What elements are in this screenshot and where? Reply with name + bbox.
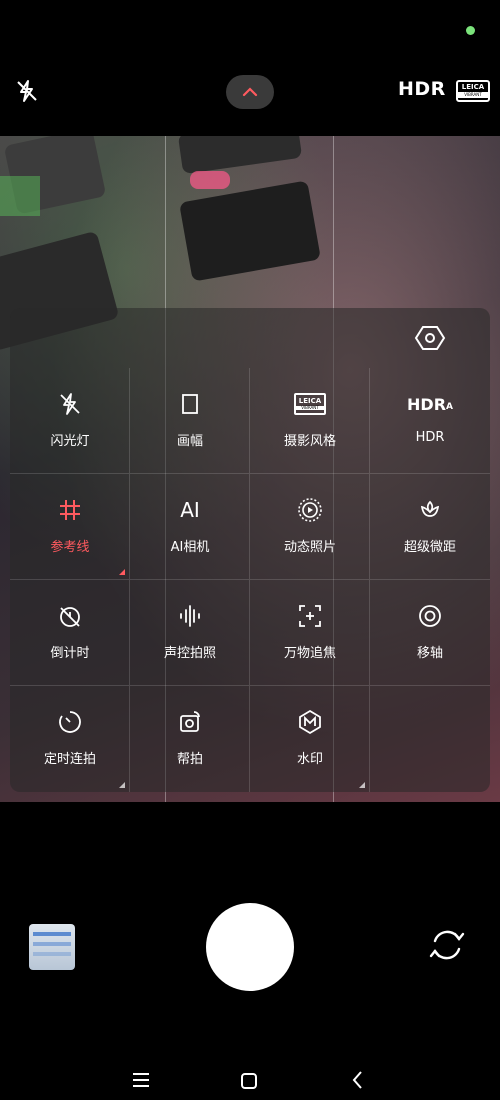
setting-label: 定时连拍: [43, 752, 96, 767]
flash-off-icon: [54, 388, 86, 420]
setting-photo-style[interactable]: LEICA VIBRANT 摄影风格: [250, 368, 370, 474]
watermark-icon: [294, 706, 326, 738]
shutter-button[interactable]: [206, 903, 294, 991]
timer-off-icon: [54, 600, 86, 632]
setting-watermark[interactable]: 水印: [250, 686, 370, 792]
setting-aspect-ratio[interactable]: 画幅: [130, 368, 250, 474]
setting-focus-tracking[interactable]: 万物追焦: [250, 580, 370, 686]
live-photo-icon: [294, 494, 326, 526]
setting-label: 闪光灯: [50, 434, 90, 449]
setting-super-macro[interactable]: 超级微距: [370, 474, 490, 580]
aspect-ratio-icon: [174, 388, 206, 420]
viewfinder-scene-key: [179, 180, 321, 282]
setting-hdr[interactable]: HDR A HDR: [370, 368, 490, 474]
flash-off-icon[interactable]: [14, 78, 40, 104]
home-icon[interactable]: [240, 1072, 258, 1090]
leica-brand-text: LEICA: [298, 397, 322, 405]
setting-label: 倒计时: [50, 646, 90, 661]
ai-icon: AI: [174, 494, 206, 526]
voice-wave-icon: [174, 600, 206, 632]
settings-hexagon-icon[interactable]: [414, 322, 446, 354]
setting-label: 水印: [296, 752, 323, 767]
setting-label: HDR: [415, 430, 445, 445]
hdr-toggle-button[interactable]: HDR: [398, 78, 446, 100]
setting-ai-camera[interactable]: AI AI相机: [130, 474, 250, 580]
setting-countdown[interactable]: 倒计时: [10, 580, 130, 686]
leica-sub-text: VIBRANT: [458, 92, 488, 98]
setting-label: 摄影风格: [283, 434, 336, 449]
thumbnail-content: [33, 942, 71, 946]
setting-label: 超级微距: [403, 540, 456, 555]
setting-label: 声控拍照: [163, 646, 216, 661]
menu-icon[interactable]: [131, 1070, 151, 1090]
expand-settings-button[interactable]: [226, 75, 274, 109]
setting-label: 帮拍: [176, 752, 203, 767]
setting-voice-shot[interactable]: 声控拍照: [130, 580, 250, 686]
camera-settings-panel: 闪光灯 画幅 LEICA VIBRANT 摄影风格 HDRA HDR 参考线: [10, 308, 490, 792]
setting-flash[interactable]: 闪光灯: [10, 368, 130, 474]
switch-camera-icon[interactable]: [426, 924, 468, 966]
setting-interval-burst[interactable]: 定时连拍: [10, 686, 130, 792]
setting-label: 万物追焦: [283, 646, 336, 661]
focus-track-icon: [294, 600, 326, 632]
viewfinder-scene-key: [177, 136, 303, 175]
grid-icon: [54, 494, 86, 526]
setting-remote-shoot[interactable]: 帮拍: [130, 686, 250, 792]
leica-style-icon: LEICA VIBRANT: [294, 388, 326, 420]
more-options-corner: [119, 569, 125, 575]
leica-brand-text: LEICA: [461, 83, 485, 91]
remote-shoot-icon: [174, 706, 206, 738]
ai-icon-text: AI: [180, 498, 200, 522]
hdr-icon-text: HDR: [407, 394, 447, 414]
setting-label: 动态照片: [283, 540, 336, 555]
setting-label: 画幅: [176, 434, 203, 449]
thumbnail-content: [33, 952, 71, 956]
back-icon[interactable]: [348, 1070, 368, 1090]
macro-flower-icon: [414, 494, 446, 526]
status-indicator-dot: [466, 26, 475, 35]
viewfinder-scene-glow: [0, 176, 40, 216]
setting-tilt-shift[interactable]: 移轴: [370, 580, 490, 686]
chevron-up-icon: [242, 87, 258, 97]
setting-label: 参考线: [50, 540, 90, 555]
leica-sub-text: VIBRANT: [296, 406, 324, 410]
more-options-corner: [359, 782, 365, 788]
setting-label: 移轴: [416, 646, 443, 661]
hdr-auto-icon: HDR A: [407, 388, 453, 420]
viewfinder-scene-glow: [190, 171, 230, 189]
setting-live-photo[interactable]: 动态照片: [250, 474, 370, 580]
tilt-shift-icon: [414, 600, 446, 632]
interval-timer-icon: [54, 706, 86, 738]
hdr-icon-sub: A: [446, 402, 453, 412]
setting-empty-slot: [370, 686, 490, 792]
more-options-corner: [119, 782, 125, 788]
thumbnail-content: [33, 932, 71, 936]
setting-label: AI相机: [170, 540, 210, 555]
gallery-thumbnail[interactable]: [29, 924, 75, 970]
setting-grid[interactable]: 参考线: [10, 474, 130, 580]
leica-style-button[interactable]: LEICA VIBRANT: [456, 80, 490, 102]
